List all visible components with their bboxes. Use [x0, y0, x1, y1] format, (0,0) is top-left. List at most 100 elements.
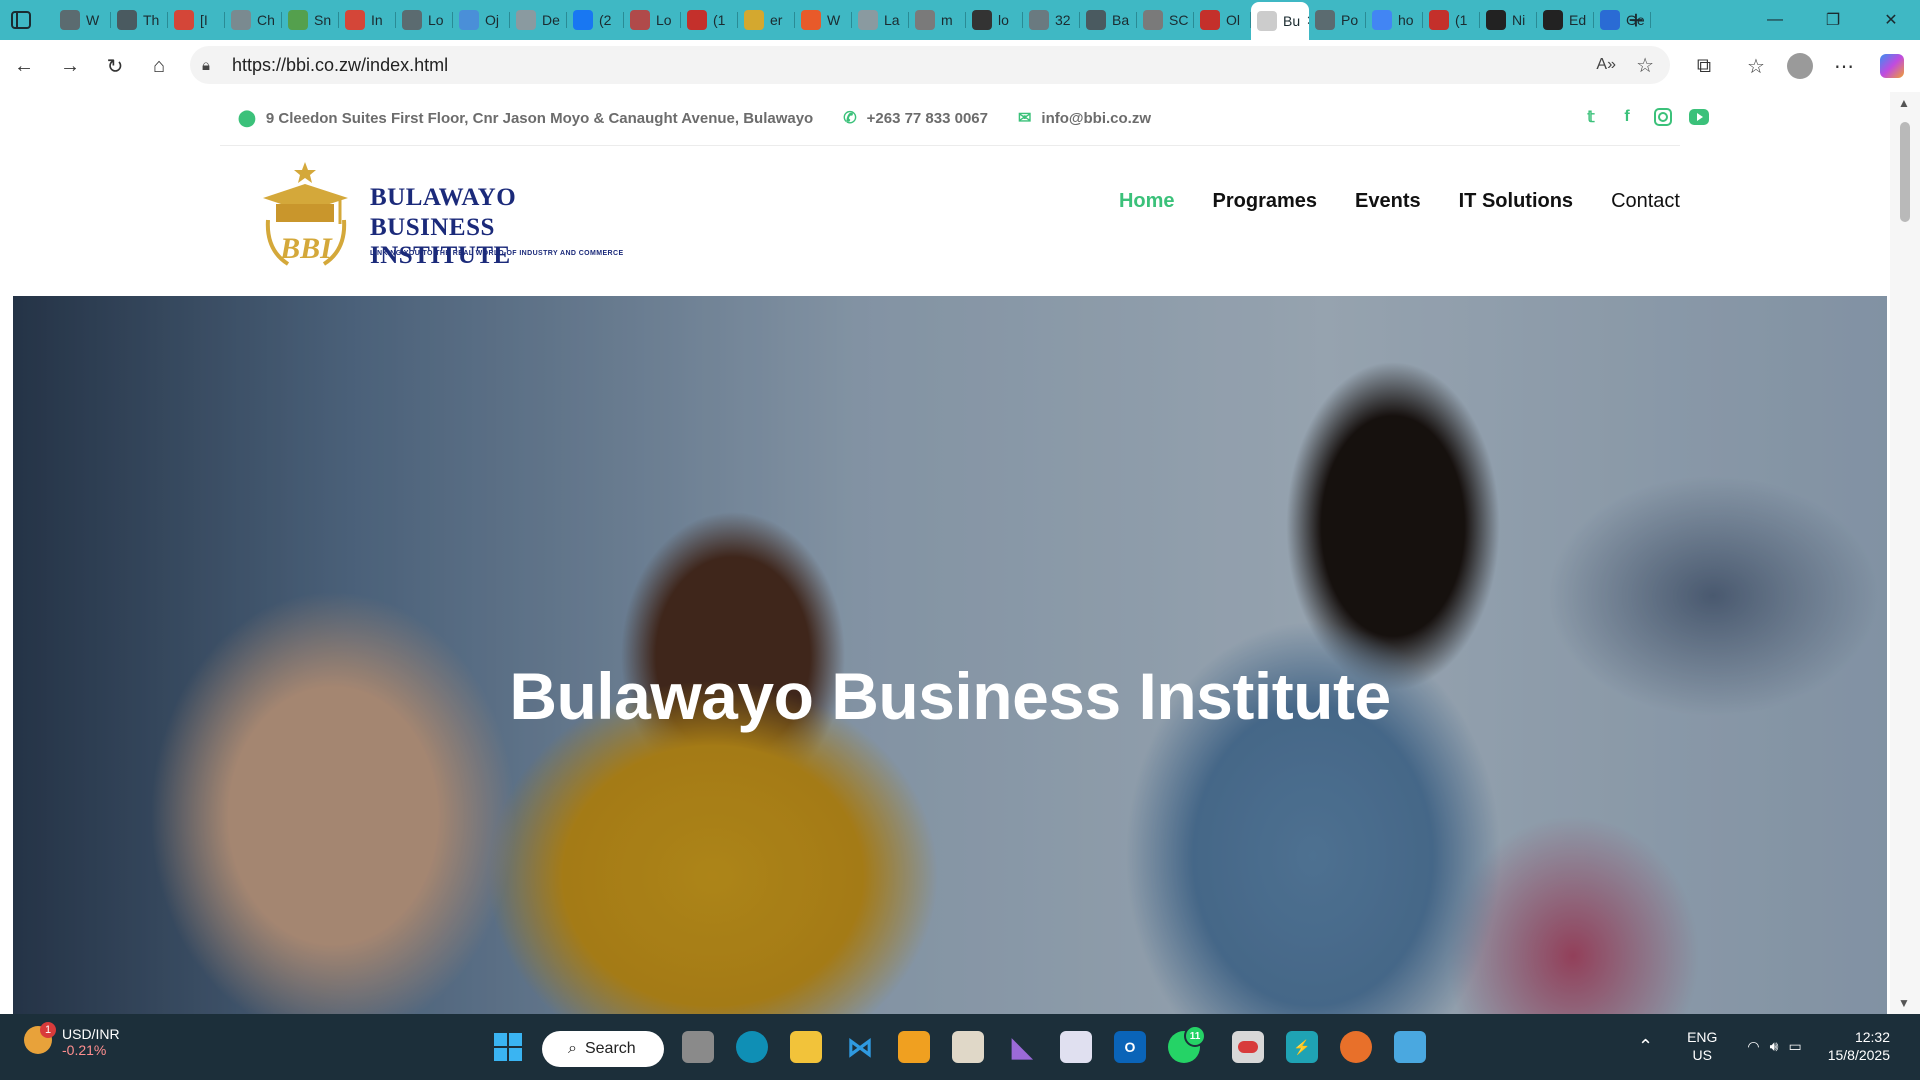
tab-actions-button[interactable] [10, 4, 40, 36]
browser-tab[interactable]: Sn [282, 4, 339, 36]
twitter-icon[interactable]: 𝕥 [1580, 106, 1602, 128]
notepad-icon[interactable] [952, 1031, 984, 1063]
nav-events[interactable]: Events [1355, 190, 1421, 213]
instagram-icon[interactable] [1652, 106, 1674, 128]
nav-contact[interactable]: Contact [1611, 190, 1680, 213]
browser-tab[interactable]: De [510, 4, 567, 36]
news-widget[interactable]: 1 USD/INR -0.21% [24, 1022, 120, 1058]
browser-tab[interactable]: (2 [567, 4, 624, 36]
visual-studio-icon[interactable]: ◣ [1006, 1031, 1038, 1063]
browser-tab[interactable]: Th [111, 4, 168, 36]
browser-tab[interactable]: Lo [624, 4, 681, 36]
task-view-icon[interactable] [682, 1031, 714, 1063]
file-explorer-icon[interactable] [790, 1031, 822, 1063]
language-indicator[interactable]: ENG US [1687, 1028, 1717, 1064]
battery-icon[interactable]: ▭ [1788, 1038, 1801, 1055]
home-button[interactable]: ⌂ [143, 50, 175, 82]
forward-button[interactable]: → [54, 50, 86, 82]
nav-home[interactable]: Home [1119, 190, 1175, 213]
browser-tab[interactable]: W [795, 4, 852, 36]
search-icon: ⌕ [568, 1040, 577, 1057]
extensions-icon[interactable]: ⧉ [1688, 50, 1720, 82]
scrollbar-thumb[interactable] [1900, 122, 1910, 222]
app-window-icon[interactable] [898, 1031, 930, 1063]
whatsapp-icon[interactable]: 11 [1168, 1025, 1206, 1063]
clock[interactable]: 12:32 15/8/2025 [1828, 1028, 1890, 1064]
power-automate-icon[interactable]: ⚡ [1286, 1031, 1318, 1063]
back-button[interactable]: ← [8, 50, 40, 82]
tab-title: m [941, 12, 953, 28]
browser-tab[interactable]: 32 [1023, 4, 1080, 36]
scroll-down-arrow[interactable]: ▼ [1898, 996, 1910, 1010]
close-window-button[interactable]: ✕ [1862, 0, 1920, 40]
nav-it-solutions[interactable]: IT Solutions [1459, 190, 1573, 213]
logo-title-line1: BULAWAYO [370, 184, 517, 211]
restore-button[interactable]: ❐ [1804, 0, 1862, 40]
chevron-up-icon[interactable]: ⌃ [1638, 1036, 1653, 1057]
firefox-icon[interactable] [1340, 1031, 1372, 1063]
browser-tab[interactable]: Ni [1480, 4, 1537, 36]
wifi-icon[interactable]: ◠ [1747, 1038, 1759, 1055]
browser-tab[interactable]: (1 [681, 4, 738, 36]
copilot-icon[interactable] [1876, 50, 1908, 82]
tab-title: 32 [1055, 12, 1071, 28]
github-icon [1486, 10, 1506, 30]
browser-tab[interactable]: Oj [453, 4, 510, 36]
app-icon-red[interactable] [1232, 1031, 1264, 1063]
main-nav: Home Programes Events IT Solutions Conta… [1119, 190, 1680, 213]
browser-tab[interactable]: In [339, 4, 396, 36]
social-links: 𝕥 f [1580, 106, 1710, 128]
browser-tab[interactable]: W [54, 4, 111, 36]
browser-tab[interactable]: er [738, 4, 795, 36]
browser-tab[interactable]: Lo [396, 4, 453, 36]
browser-tab[interactable]: Ol [1194, 4, 1251, 36]
logo-tagline: LINKING YOU TO THE REAL WORLD OF INDUSTR… [370, 250, 624, 257]
volume-icon[interactable]: 🔊︎ [1770, 1038, 1779, 1055]
site-logo[interactable]: BBI BULAWAYO BUSINESS INSTITUTE LINKING … [258, 160, 628, 270]
start-button[interactable] [492, 1031, 524, 1063]
browser-tab[interactable]: La [852, 4, 909, 36]
facebook-icon[interactable]: f [1616, 106, 1638, 128]
browser-tab[interactable]: Bu✕ [1251, 2, 1309, 40]
address-bar[interactable]: 🔒︎ https://bbi.co.zw/index.html A» ☆ [190, 46, 1670, 84]
edge-icon[interactable] [736, 1031, 768, 1063]
browser-tab[interactable]: Po [1309, 4, 1366, 36]
tab-actions-icon [11, 11, 31, 29]
vscode-icon[interactable]: ⋈ [844, 1031, 876, 1063]
refresh-button[interactable]: ↻ [99, 50, 131, 82]
browser-tab[interactable]: ho [1366, 4, 1423, 36]
browser-tab[interactable]: Ba [1080, 4, 1137, 36]
snipping-tool-icon[interactable] [1060, 1031, 1092, 1063]
notepad-plus-icon[interactable] [1394, 1031, 1426, 1063]
youtube-icon[interactable] [1688, 106, 1710, 128]
new-tab-button[interactable]: + [1616, 0, 1656, 40]
tab-icon [231, 10, 251, 30]
browser-tab[interactable]: Ch [225, 4, 282, 36]
browser-tab[interactable]: Ed [1537, 4, 1594, 36]
taskbar-search[interactable]: ⌕ Search [542, 1031, 664, 1067]
outlook-icon[interactable]: O [1114, 1031, 1146, 1063]
tab-icon [744, 10, 764, 30]
browser-tab[interactable]: m [909, 4, 966, 36]
email-link[interactable]: info@bbi.co.zw [1041, 110, 1151, 127]
browser-tab[interactable]: (1 [1423, 4, 1480, 36]
browser-tab[interactable]: lo [966, 4, 1023, 36]
scroll-up-arrow[interactable]: ▲ [1898, 96, 1910, 110]
minimize-button[interactable]: — [1746, 0, 1804, 40]
tab-title: lo [998, 12, 1009, 28]
favorite-star-icon[interactable]: ☆ [1636, 53, 1654, 78]
settings-more-icon[interactable]: ⋯ [1828, 50, 1860, 82]
page-scrollbar[interactable]: ▲ ▼ [1890, 92, 1920, 1014]
browser-tab[interactable]: SC [1137, 4, 1194, 36]
profile-avatar[interactable] [1784, 50, 1816, 82]
lang-line1: ENG [1687, 1029, 1718, 1045]
nav-programes[interactable]: Programes [1213, 190, 1318, 213]
browser-tab[interactable]: [I [168, 4, 225, 36]
header-divider [220, 145, 1680, 146]
read-aloud-icon[interactable]: A» [1596, 56, 1616, 74]
lang-line2: US [1692, 1047, 1712, 1063]
youtube-icon [1429, 10, 1449, 30]
favorites-icon[interactable]: ☆ [1740, 50, 1772, 82]
site-info-icon[interactable]: 🔒︎ [202, 57, 210, 74]
tab-icon [858, 10, 878, 30]
